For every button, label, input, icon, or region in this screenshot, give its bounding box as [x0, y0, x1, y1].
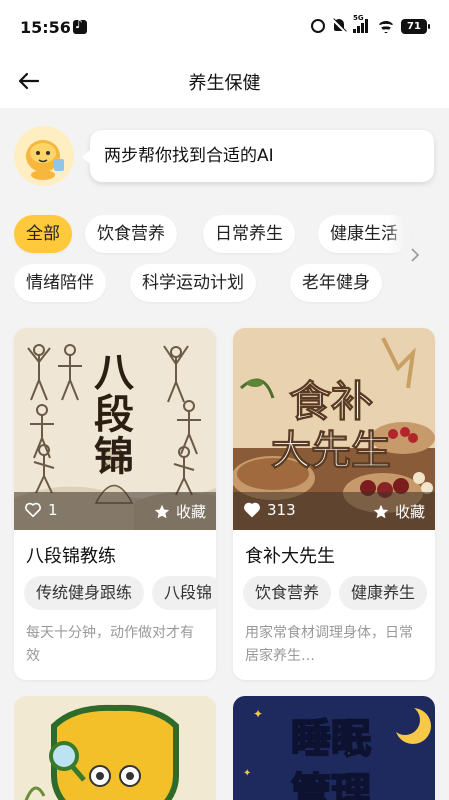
status-time: 15:56 [20, 18, 71, 37]
tag-daily-wellness[interactable]: 日常养生 [203, 215, 295, 253]
favorite-button[interactable]: 收藏 [372, 501, 425, 522]
header: 养生保健 [0, 56, 449, 108]
tag-elderly-fitness[interactable]: 老年健身 [290, 264, 382, 302]
tags-expand-button[interactable] [408, 244, 426, 270]
intro-section: 两步帮你找到合适的AI [14, 126, 434, 188]
like-count: 313 [267, 501, 296, 519]
signal-icon: 5G [353, 14, 371, 33]
card-sleep-management[interactable]: ✦ ✦ 睡眠 管理 [233, 696, 435, 800]
heart-icon [25, 502, 41, 518]
assistant-avatar [14, 126, 74, 186]
card-title: 食补大先生 [245, 546, 335, 567]
svg-text:睡眠: 睡眠 [291, 716, 371, 762]
svg-text:✦: ✦ [243, 768, 251, 779]
status-icons: 5G 71 [311, 14, 430, 35]
svg-text:管理: 管理 [291, 770, 371, 800]
star-icon [373, 504, 389, 518]
card-tags: 传统健身跟练 八段锦 [24, 576, 216, 612]
svg-text:大先生: 大先生 [271, 428, 391, 474]
tag-emotional-companion[interactable]: 情绪陪伴 [14, 264, 106, 302]
svg-text:✦: ✦ [253, 707, 263, 721]
svg-text:八: 八 [94, 349, 135, 396]
card-food-therapy[interactable]: 食补 大先生 313 收藏 食补大先生 饮食营养 健康养生 用家常食材调理身体，日… [233, 328, 435, 680]
card-tag: 传统健身跟练 [24, 576, 145, 610]
favorite-button[interactable]: 收藏 [153, 501, 206, 522]
health-guard-illustration [14, 696, 216, 800]
card-description: 用家常食材调理身体，日常居家养生… [245, 625, 413, 664]
favorite-label: 收藏 [394, 503, 425, 521]
svg-text:锦: 锦 [94, 433, 134, 480]
page-title: 养生保健 [188, 73, 261, 94]
card-tag: 饮食营养 [243, 576, 332, 610]
star-icon [154, 504, 170, 518]
like-button[interactable]: 313 [243, 501, 296, 519]
sleep-management-illustration: ✦ ✦ 睡眠 管理 [233, 696, 435, 800]
card-image: 食补 大先生 313 收藏 [233, 328, 435, 530]
svg-text:食补: 食补 [289, 377, 373, 426]
card-image: 八 段 锦 1 收藏 [14, 328, 216, 530]
alarm-icon [311, 19, 325, 33]
like-button[interactable]: 1 [24, 501, 58, 519]
status-bar: 15:56 5G 71 [0, 0, 449, 56]
card-health-guard[interactable] [14, 696, 216, 800]
favorite-label: 收藏 [175, 503, 206, 521]
card-title: 八段锦教练 [26, 546, 116, 567]
card-stats: 1 收藏 [14, 492, 216, 530]
card-description: 每天十分钟，动作做对才有效 [26, 625, 194, 664]
card-stats: 313 收藏 [233, 492, 435, 530]
chevron-right-icon [411, 248, 420, 262]
battery-icon: 71 [401, 18, 430, 34]
tiktok-notification-icon [73, 17, 87, 34]
card-baduanjin[interactable]: 八 段 锦 1 收藏 八段锦教练 传统健身跟练 八段锦 每天十分钟，动作做对才有效 [14, 328, 216, 680]
mute-icon [331, 18, 347, 34]
card-tag: 健康养生 [339, 576, 428, 610]
intro-bubble: 两步帮你找到合适的AI [82, 130, 434, 182]
network-type: 5G [353, 14, 364, 22]
svg-text:段: 段 [94, 391, 134, 438]
wifi-icon [377, 19, 395, 33]
heart-icon [244, 502, 260, 518]
tag-all[interactable]: 全部 [14, 215, 72, 253]
tag-diet-nutrition[interactable]: 饮食营养 [85, 215, 177, 253]
like-count: 1 [48, 501, 58, 519]
card-tag: 八段锦 [152, 576, 216, 610]
card-tags: 饮食营养 健康养生 [243, 576, 435, 612]
tag-exercise-plan[interactable]: 科学运动计划 [130, 264, 256, 302]
